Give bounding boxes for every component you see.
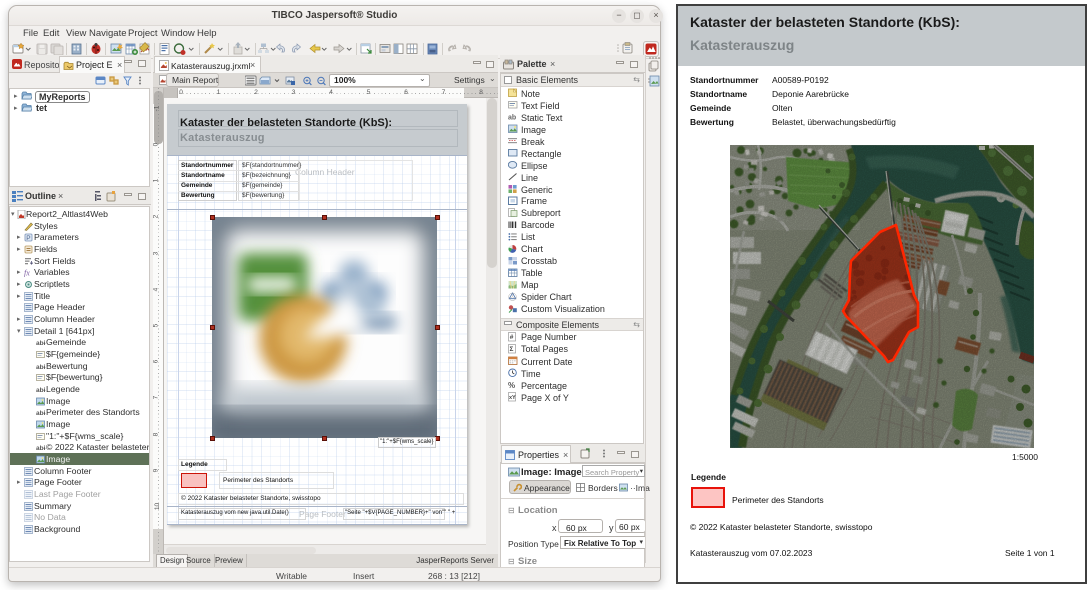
- svg-text:abɨ: abɨ: [36, 387, 46, 394]
- svg-text:abɨ: abɨ: [36, 445, 46, 452]
- svg-text:abɨ: abɨ: [36, 340, 46, 347]
- svg-text:xY: xY: [509, 395, 516, 401]
- svg-text:%: %: [508, 381, 515, 390]
- svg-text:ab: ab: [508, 115, 516, 122]
- svg-text:fx: fx: [24, 269, 30, 278]
- svg-text:Σ: Σ: [510, 346, 514, 353]
- svg-text:P: P: [26, 235, 30, 242]
- svg-text:abɨ: abɨ: [36, 364, 46, 371]
- svg-text:#: #: [510, 334, 514, 341]
- svg-text:abɨ: abɨ: [36, 410, 46, 417]
